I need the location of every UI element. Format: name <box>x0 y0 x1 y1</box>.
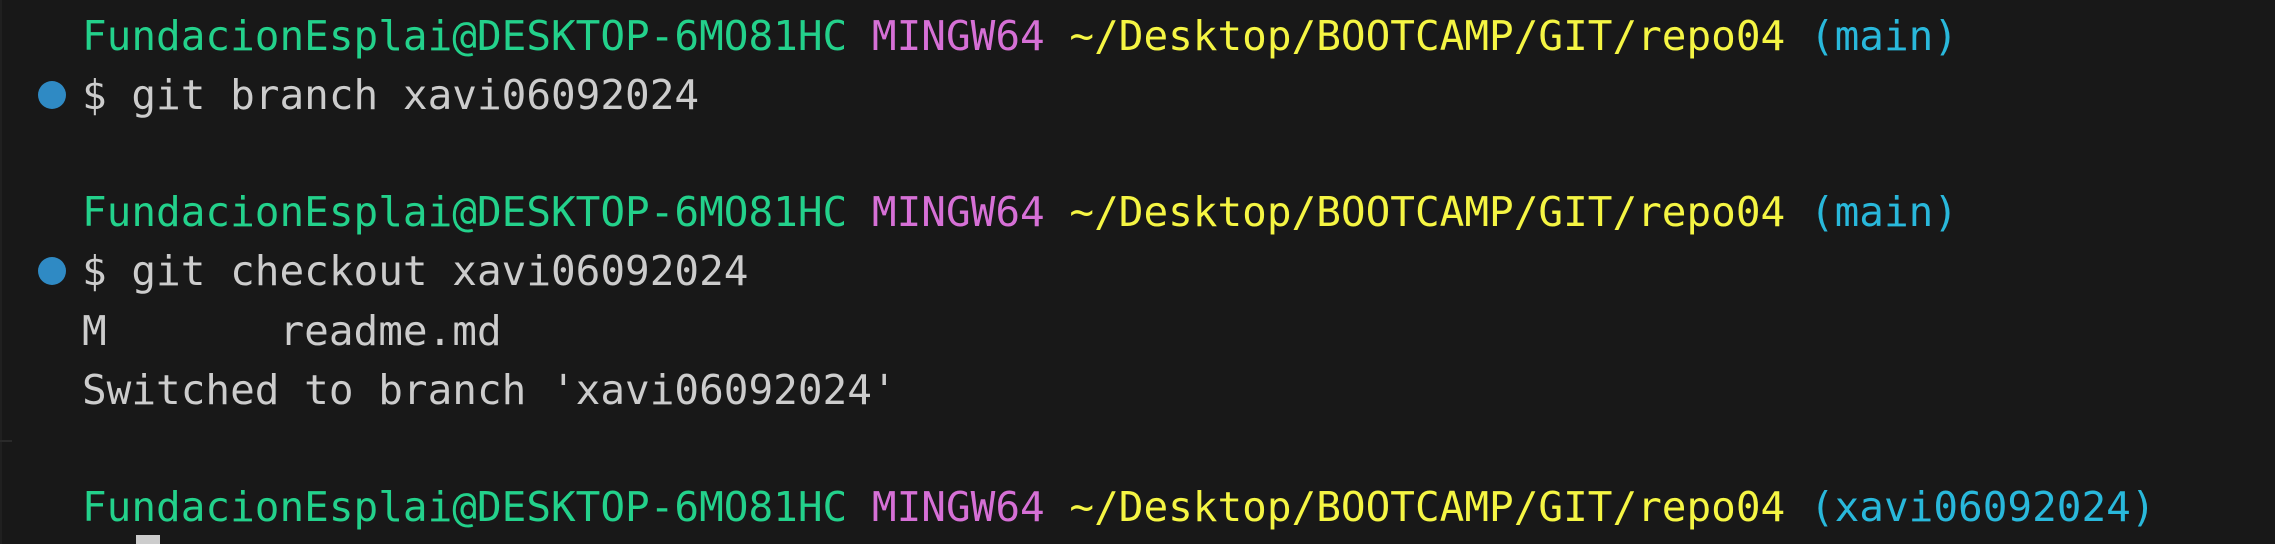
prompt-line-1: FundacionEsplai@DESKTOP-6MO81HC MINGW64 … <box>82 7 1958 65</box>
prompt-user: FundacionEsplai@DESKTOP-6MO81HC <box>82 12 848 60</box>
prompt-system: MINGW64 <box>871 188 1045 236</box>
prompt-user: FundacionEsplai@DESKTOP-6MO81HC <box>82 188 848 236</box>
terminal-panel[interactable]: FundacionEsplai@DESKTOP-6MO81HC MINGW64 … <box>0 0 2275 544</box>
modified-flag: M <box>82 307 107 355</box>
prompt-path: ~/Desktop/BOOTCAMP/GIT/repo04 <box>1069 188 1786 236</box>
prompt-path: ~/Desktop/BOOTCAMP/GIT/repo04 <box>1069 483 1786 531</box>
prompt-branch: (main) <box>1809 12 1959 60</box>
prompt-system: MINGW64 <box>871 12 1045 60</box>
command-decoration-dot-1[interactable] <box>38 81 66 109</box>
command-line-1: $ git branch xavi06092024 <box>82 71 700 119</box>
output-switched-line: Switched to branch 'xavi06092024' <box>82 366 897 414</box>
prompt-user: FundacionEsplai@DESKTOP-6MO81HC <box>82 483 848 531</box>
modified-file: readme.md <box>279 307 502 355</box>
terminal-left-border <box>0 0 2 544</box>
prompt-system: MINGW64 <box>871 483 1045 531</box>
prompt-line-3: FundacionEsplai@DESKTOP-6MO81HC MINGW64 … <box>82 478 2156 536</box>
terminal-cursor <box>136 535 160 544</box>
gutter-mark <box>0 440 12 442</box>
prompt-branch: (xavi06092024) <box>1809 483 2156 531</box>
command-decoration-dot-2[interactable] <box>38 257 66 285</box>
command-line-2: $ git checkout xavi06092024 <box>82 247 749 295</box>
prompt-path: ~/Desktop/BOOTCAMP/GIT/repo04 <box>1069 12 1786 60</box>
output-modified-line: M readme.md <box>82 302 502 360</box>
prompt-line-2: FundacionEsplai@DESKTOP-6MO81HC MINGW64 … <box>82 183 1958 241</box>
prompt-branch: (main) <box>1809 188 1959 236</box>
